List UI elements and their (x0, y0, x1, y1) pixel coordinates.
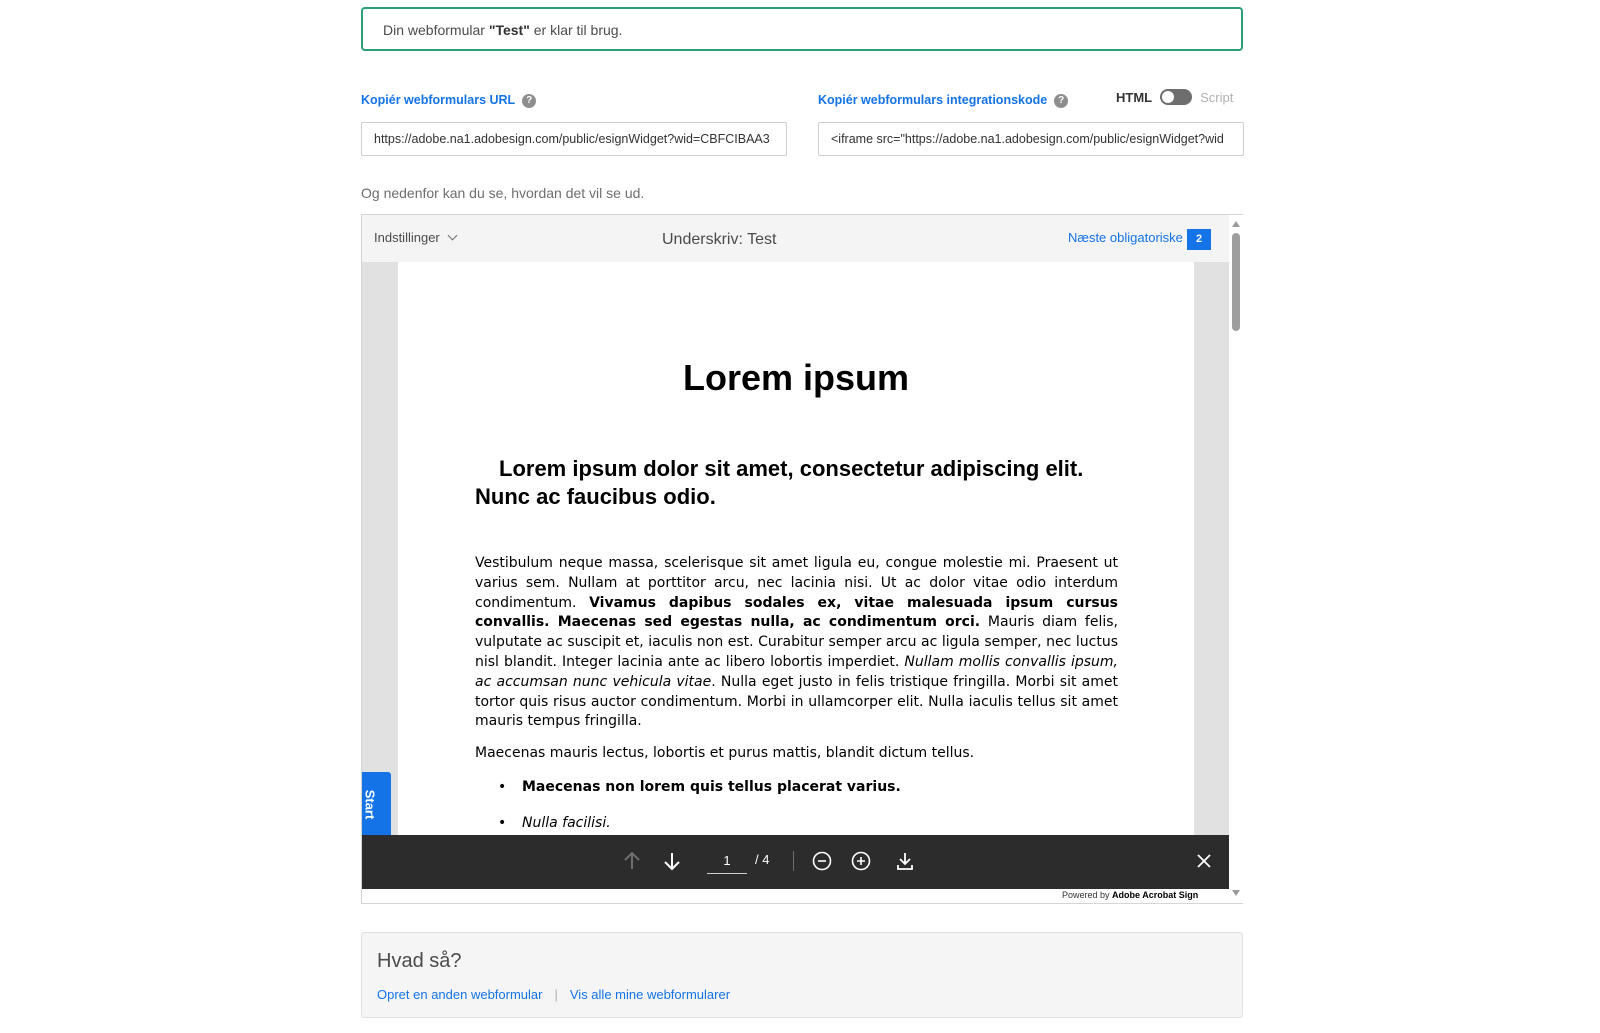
help-icon[interactable]: ? (522, 93, 537, 108)
html-script-toggle[interactable]: HTML Script (1116, 89, 1233, 105)
doc-heading: Lorem ipsum (682, 357, 910, 398)
next-steps-links: Opret en anden webformular | Vis alle mine… (377, 987, 730, 1002)
create-another-link[interactable]: Opret en anden webformular (377, 987, 542, 1002)
success-banner: Din webformular "Test" er klar til brug. (361, 7, 1243, 51)
banner-suffix: er klar til brug. (529, 22, 623, 38)
bullet: • (498, 815, 507, 831)
document-area: Lorem ipsum Lorem ipsum dolor sit amet, … (362, 262, 1229, 849)
doc-paragraph-2: Maecenas mauris lectus, lobortis et puru… (475, 745, 975, 761)
code-label: Kopiér webformulars integrationskode? (818, 93, 1069, 108)
list-item-text: Maecenas non lorem quis tellus placerat … (522, 779, 901, 795)
scrollbar[interactable] (1229, 215, 1243, 903)
preview-note: Og nedenfor kan du se, hvordan det vil s… (361, 185, 645, 201)
doc-subheading: Lorem ipsum dolor sit amet, consectetur … (475, 456, 1084, 509)
banner-prefix: Din webformular (383, 22, 489, 38)
toggle-switch[interactable] (1160, 89, 1193, 105)
arrow-down-icon[interactable] (659, 848, 685, 874)
document-page: Lorem ipsum Lorem ipsum dolor sit amet, … (398, 262, 1194, 849)
toggle-script-label: Script (1200, 89, 1234, 105)
next-required-link[interactable]: Næste obligatoriske (1068, 230, 1183, 245)
scroll-down-icon[interactable] (1232, 890, 1240, 896)
next-steps-panel: Hvad så? Opret en anden webformular | Vis … (361, 932, 1243, 1018)
toggle-html-label: HTML (1116, 89, 1153, 105)
view-all-link[interactable]: Vis alle mine webformularer (570, 987, 730, 1002)
url-label: Kopiér webformulars URL? (361, 93, 537, 108)
page-number-input[interactable]: 1 (707, 849, 747, 874)
scrollbar-thumb[interactable] (1232, 233, 1240, 331)
powered-by: Powered by Adobe Acrobat Sign (1062, 890, 1198, 900)
banner-form-name: "Test" (488, 22, 530, 38)
code-label-text: Kopiér webformulars integrationskode (818, 93, 1048, 107)
embed-code-field[interactable]: <iframe src="https://adobe.na1.adobesign… (818, 122, 1244, 156)
link-separator: | (554, 987, 558, 1002)
required-count-badge[interactable]: 2 (1187, 229, 1211, 250)
doc-paragraph: Vestibulum neque massa, scelerisque sit … (475, 554, 1118, 732)
zoom-out-icon[interactable] (809, 848, 835, 874)
start-tab[interactable]: Start (362, 772, 391, 844)
toggle-knob (1162, 91, 1175, 103)
close-icon[interactable] (1191, 848, 1217, 874)
preview-frame: Indstillinger Underskriv: Test Næste obl… (361, 214, 1243, 904)
start-label: Start (362, 789, 378, 820)
scroll-up-icon[interactable] (1232, 221, 1240, 227)
help-icon[interactable]: ? (1054, 93, 1069, 108)
bullet: • (498, 779, 507, 795)
page-total: / 4 (755, 852, 770, 867)
viewer-toolbar: 1 / 4 (362, 835, 1229, 889)
document-title: Underskriv: Test (662, 231, 777, 248)
powered-by-text: Powered by (1062, 890, 1110, 900)
next-steps-title: Hvad så? (377, 950, 462, 972)
download-icon[interactable] (892, 848, 918, 874)
viewer-topbar: Indstillinger Underskriv: Test Næste obl… (362, 215, 1229, 262)
powered-brand: Adobe Acrobat Sign (1112, 890, 1199, 900)
url-field[interactable]: https://adobe.na1.adobesign.com/public/e… (361, 122, 787, 156)
zoom-in-icon[interactable] (848, 848, 874, 874)
arrow-up-icon[interactable] (619, 848, 645, 874)
settings-menu[interactable]: Indstillinger (374, 230, 458, 245)
url-label-text: Kopiér webformulars URL (361, 93, 516, 107)
settings-label: Indstillinger (374, 230, 440, 245)
chevron-down-icon (447, 230, 458, 241)
list-item-text: Nulla facilisi. (522, 815, 611, 831)
toolbar-divider (793, 851, 794, 871)
